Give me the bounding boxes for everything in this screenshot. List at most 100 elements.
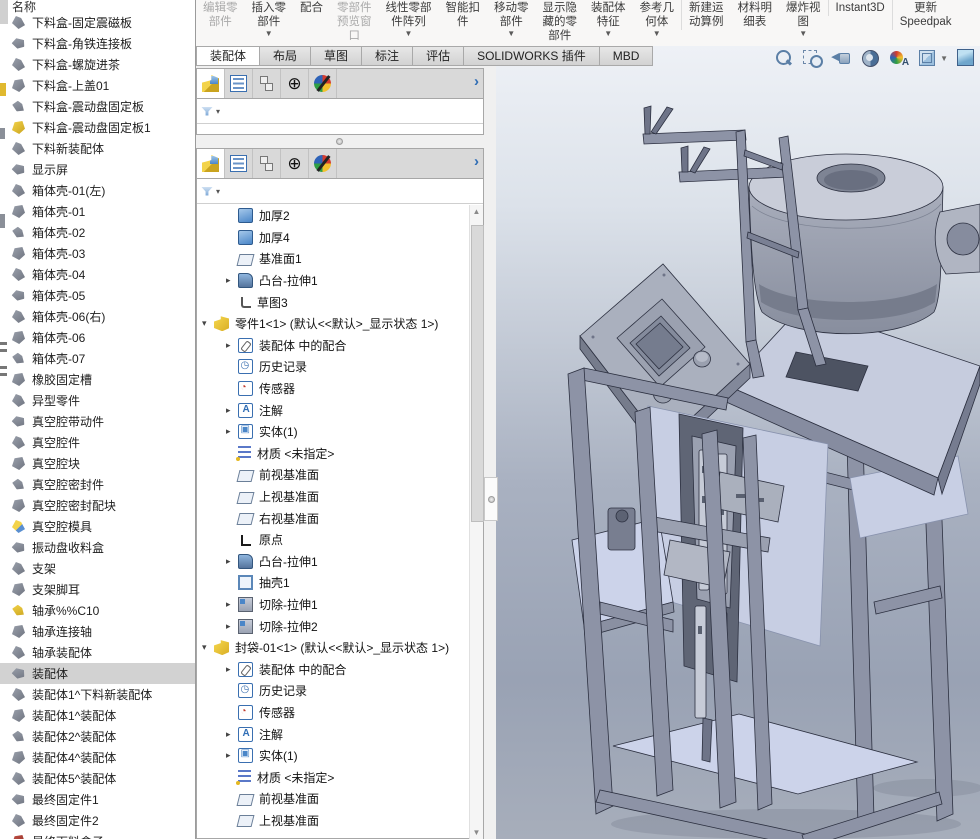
view-tool-icon[interactable] bbox=[773, 48, 793, 68]
view-tool-icon[interactable] bbox=[860, 48, 880, 68]
expand-arrow-icon[interactable] bbox=[226, 664, 237, 675]
feature-tree-row[interactable]: 注解 bbox=[197, 723, 469, 745]
component-list-item[interactable]: 最终下料盒子 bbox=[0, 831, 195, 839]
feature-tree-row[interactable]: 草图3 bbox=[197, 291, 469, 313]
feature-tree-row[interactable]: 传感器 bbox=[197, 378, 469, 400]
panel-tab[interactable] bbox=[197, 149, 225, 178]
ribbon-button[interactable]: Instant3D bbox=[828, 0, 892, 16]
component-list-item[interactable]: 轴承连接轴 bbox=[0, 621, 195, 642]
expand-arrow-icon[interactable] bbox=[202, 642, 213, 653]
panel-tab[interactable] bbox=[253, 149, 281, 178]
ribbon-button[interactable]: 线性零部 件阵列 ▼ bbox=[379, 0, 439, 38]
expand-arrow-icon[interactable] bbox=[226, 750, 237, 761]
component-list-item[interactable]: 箱体壳-06 bbox=[0, 327, 195, 348]
view-tool-icon[interactable] bbox=[955, 48, 975, 68]
expand-arrow-icon[interactable] bbox=[226, 599, 237, 610]
component-list-item[interactable]: 真空腔密封配块 bbox=[0, 495, 195, 516]
ribbon-button[interactable]: 新建运 动算例 bbox=[681, 0, 731, 30]
feature-tree-row[interactable]: 材质 <未指定> bbox=[197, 766, 469, 788]
scroll-down-arrow-icon[interactable]: ▼ bbox=[470, 826, 483, 839]
component-list-item[interactable]: 箱体壳-03 bbox=[0, 243, 195, 264]
panel-tab[interactable]: ⊕ bbox=[281, 149, 309, 178]
expand-arrow-icon[interactable] bbox=[226, 275, 237, 286]
feature-tree-row[interactable]: 上视基准面 bbox=[197, 810, 469, 832]
feature-tree-row[interactable]: 实体(1) bbox=[197, 421, 469, 443]
feature-tree-row[interactable]: 注解 bbox=[197, 399, 469, 421]
heads-up-item[interactable] bbox=[889, 48, 911, 68]
component-list-item[interactable]: 下料新装配体 bbox=[0, 138, 195, 159]
component-list-item[interactable]: 最终固定件1 bbox=[0, 789, 195, 810]
component-list-item[interactable]: 箱体壳-05 bbox=[0, 285, 195, 306]
expand-arrow-icon[interactable] bbox=[226, 426, 237, 437]
component-list-item[interactable]: 箱体壳-07 bbox=[0, 348, 195, 369]
component-list-item[interactable]: 下料盒-上盖01 bbox=[0, 75, 195, 96]
component-list-item[interactable]: 真空腔块 bbox=[0, 453, 195, 474]
heads-up-item[interactable]: ▼ bbox=[918, 48, 948, 68]
heads-up-item[interactable] bbox=[831, 48, 853, 68]
feature-tree-row[interactable]: 历史记录 bbox=[197, 356, 469, 378]
panel-tab[interactable] bbox=[197, 69, 225, 98]
feature-tree-row[interactable]: 封袋-01<1> (默认<<默认>_显示状态 1>) bbox=[197, 637, 469, 659]
feature-tree-row[interactable]: 装配体 中的配合 bbox=[197, 335, 469, 357]
component-list-item[interactable]: 真空腔模具 bbox=[0, 516, 195, 537]
component-list-item[interactable]: 下料盒-震动盘固定板 bbox=[0, 96, 195, 117]
view-tool-icon[interactable] bbox=[889, 48, 909, 68]
command-tab[interactable]: MBD bbox=[600, 47, 654, 65]
component-list-item[interactable]: 真空腔件 bbox=[0, 432, 195, 453]
panel-tab[interactable] bbox=[225, 69, 253, 98]
expand-arrow-icon[interactable] bbox=[226, 556, 237, 567]
component-list-item[interactable]: 箱体壳-01(左) bbox=[0, 180, 195, 201]
view-tool-icon[interactable] bbox=[918, 48, 938, 68]
feature-tree-row[interactable]: 切除-拉伸2 bbox=[197, 615, 469, 637]
command-tab[interactable]: SOLIDWORKS 插件 bbox=[464, 47, 600, 65]
view-tool-icon[interactable] bbox=[802, 48, 822, 68]
component-list-item[interactable]: 轴承装配体 bbox=[0, 642, 195, 663]
feature-tree-row[interactable]: 前视基准面 bbox=[197, 464, 469, 486]
feature-tree-row[interactable]: 加厚4 bbox=[197, 227, 469, 249]
component-list-item[interactable]: 箱体壳-04 bbox=[0, 264, 195, 285]
view-tool-icon[interactable] bbox=[831, 48, 851, 68]
component-list-item[interactable]: 下料盒-固定震磁板 bbox=[0, 12, 195, 33]
component-list-item[interactable]: 异型零件 bbox=[0, 390, 195, 411]
ribbon-button[interactable]: 插入零 部件 ▼ bbox=[245, 0, 294, 38]
feature-tree-row[interactable]: 材质 <未指定> bbox=[197, 443, 469, 465]
component-list-item[interactable]: 装配体2^装配体 bbox=[0, 726, 195, 747]
ribbon-button[interactable]: 零部件 预览窗 口 bbox=[330, 0, 379, 44]
scrollbar-thumb[interactable] bbox=[471, 225, 484, 522]
filter-field[interactable]: ▾ bbox=[197, 179, 483, 204]
graphics-viewport[interactable]: ▼ bbox=[496, 46, 980, 839]
component-list-item[interactable]: 装配体1^下料新装配体 bbox=[0, 684, 195, 705]
ribbon-button[interactable]: 更新 Speedpak bbox=[892, 0, 959, 30]
panel-viewport-splitter[interactable] bbox=[484, 46, 496, 839]
heads-up-item[interactable] bbox=[860, 48, 882, 68]
command-tab[interactable]: 装配体 bbox=[197, 47, 260, 65]
feature-tree-row[interactable]: 凸台-拉伸1 bbox=[197, 551, 469, 573]
component-list-item[interactable]: 下料盒-震动盘固定板1 bbox=[0, 117, 195, 138]
command-tab[interactable]: 标注 bbox=[362, 47, 413, 65]
ribbon-button[interactable]: 编辑零 部件 bbox=[196, 0, 245, 30]
splitter-handle[interactable] bbox=[484, 477, 498, 521]
command-tab[interactable]: 布局 bbox=[260, 47, 311, 65]
machine-3d-model[interactable] bbox=[496, 46, 980, 839]
feature-tree-row[interactable]: 上视基准面 bbox=[197, 486, 469, 508]
tree-scrollbar[interactable]: ▲ ▼ bbox=[469, 205, 483, 839]
feature-tree-row[interactable]: 凸台-拉伸1 bbox=[197, 270, 469, 292]
chevron-right-icon[interactable]: › bbox=[474, 73, 479, 90]
component-list-item[interactable]: 下料盒-角铁连接板 bbox=[0, 33, 195, 54]
panel-tab[interactable] bbox=[309, 69, 337, 98]
component-list-item[interactable]: 橡胶固定槽 bbox=[0, 369, 195, 390]
feature-tree-row[interactable]: 传感器 bbox=[197, 702, 469, 724]
heads-up-item[interactable] bbox=[802, 48, 824, 68]
expand-arrow-icon[interactable] bbox=[226, 729, 237, 740]
feature-tree-row[interactable]: 历史记录 bbox=[197, 680, 469, 702]
feature-tree-row[interactable]: 加厚2 bbox=[197, 205, 469, 227]
filter-field-top[interactable]: ▾ bbox=[197, 99, 483, 124]
command-tab[interactable]: 草图 bbox=[311, 47, 362, 65]
expand-arrow-icon[interactable] bbox=[226, 340, 237, 351]
expand-arrow-icon[interactable] bbox=[202, 318, 213, 329]
ribbon-button[interactable]: 显示隐 藏的零 部件 bbox=[536, 0, 585, 44]
chevron-right-icon[interactable]: › bbox=[474, 153, 479, 170]
component-list-item[interactable]: 装配体 bbox=[0, 663, 195, 684]
ribbon-button[interactable]: 移动零 部件 ▼ bbox=[487, 0, 536, 38]
ribbon-button[interactable]: 参考几 何体 ▼ bbox=[633, 0, 682, 38]
